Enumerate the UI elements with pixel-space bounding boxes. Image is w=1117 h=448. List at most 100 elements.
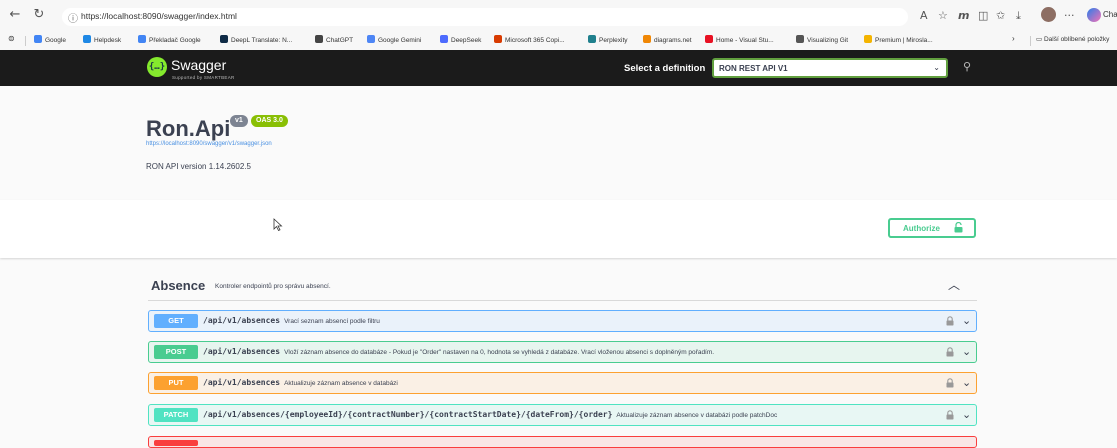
authorize-label: Authorize	[903, 224, 940, 233]
bookmark-helpdesk[interactable]: Helpdesk	[83, 35, 121, 44]
bookmark-gemini[interactable]: Google Gemini	[367, 35, 421, 44]
swagger-logo-subtitle: Supported by SMARTBEAR	[172, 75, 235, 80]
spec-link[interactable]: https://localhost:8090/swagger/v1/swagge…	[146, 141, 272, 147]
bookmark-google[interactable]: Google	[34, 35, 66, 44]
operation-path-text: /api/v1/absences	[203, 316, 281, 325]
definition-select-value: RON REST API V1	[719, 64, 788, 73]
bookmark-separator	[1030, 36, 1031, 46]
bookmark-icon	[864, 35, 872, 43]
bookmark-perplexity[interactable]: Perplexity	[588, 35, 628, 44]
operation-path-text: /api/v1/absences	[203, 347, 281, 356]
lock-icon[interactable]	[946, 347, 954, 357]
bookmark-visualizing-git[interactable]: Visualizing Git	[796, 35, 848, 44]
favorites-icon[interactable]: ✩	[996, 9, 1005, 22]
back-icon[interactable]: ←	[6, 6, 24, 24]
chevron-right-icon[interactable]: ›	[1012, 34, 1015, 43]
oas-badge: OAS 3.0	[251, 115, 288, 127]
download-icon[interactable]: ⤓	[1016, 9, 1021, 23]
definition-select[interactable]: RON REST API V1 ⌄	[712, 58, 948, 78]
operation-summary: Aktualizuje záznam absence v databázi	[284, 380, 398, 387]
operation-summary: Vrací seznam absencí podle filtru	[284, 318, 380, 325]
chevron-down-icon[interactable]: ⌄	[962, 314, 971, 327]
more-icon[interactable]: ···	[1064, 9, 1075, 22]
split-icon[interactable]: ◫	[978, 9, 988, 22]
bookmark-separator	[25, 36, 26, 46]
bookmark-label: ChatGPT	[326, 37, 354, 44]
chevron-up-icon[interactable]: ︿	[948, 276, 960, 293]
bookmark-label: Google Gemini	[378, 37, 422, 44]
bookmark-label: Home - Visual Stu...	[716, 37, 774, 44]
operation-path-text: /api/v1/absences	[203, 378, 281, 387]
bookmark-deepseek[interactable]: DeepSeek	[440, 35, 481, 44]
bookmark-label: Visualizing Git	[807, 37, 849, 44]
swagger-topbar: {…} Swagger Supported by SMARTBEAR Selec…	[0, 50, 1117, 86]
swagger-logo-icon[interactable]: {…}	[147, 57, 167, 77]
operation-post-absences[interactable]: POST /api/v1/absences Vloží záznam absenc…	[148, 341, 977, 363]
swagger-logo-text[interactable]: Swagger	[171, 57, 226, 73]
operation-summary: Vloží záznam absence do databáze - Pokud…	[284, 349, 715, 356]
bookmark-icon	[83, 35, 91, 43]
copilot-icon[interactable]	[1087, 8, 1101, 22]
bookmark-label: Helpdesk	[94, 37, 122, 44]
bookmark-label: Google	[45, 37, 66, 44]
collections-icon[interactable]: ⊜	[8, 34, 15, 43]
bookmarks-bar: ⊜ Google Helpdesk Překladač Google DeepL…	[0, 32, 1117, 51]
operation-path: /api/v1/absences/{employeeId}/{contractN…	[203, 410, 777, 419]
unlock-icon	[954, 222, 963, 233]
method-badge: POST	[154, 345, 198, 359]
authorize-button[interactable]: Authorize	[888, 218, 976, 238]
method-badge	[154, 440, 198, 446]
bookmark-label: diagrams.net	[654, 37, 692, 44]
lock-icon[interactable]	[946, 410, 954, 420]
profile-icon[interactable]	[1041, 7, 1056, 22]
bookmark-deepl[interactable]: DeepL Translate: N...	[220, 35, 292, 44]
bookmark-premium[interactable]: Premium | Mirosla...	[864, 35, 933, 44]
chevron-down-icon[interactable]: ⌄	[962, 376, 971, 389]
bookmark-icon	[138, 35, 146, 43]
bookmark-icon	[494, 35, 502, 43]
other-favorites-label: Další oblíbené položky	[1043, 36, 1110, 43]
bookmark-icon	[705, 35, 713, 43]
lock-icon[interactable]	[946, 378, 954, 388]
other-favorites[interactable]: ▭ Další oblíbené položky	[1036, 35, 1109, 43]
bookmark-label: DeepL Translate: N...	[231, 37, 293, 44]
operation-patch-absences[interactable]: PATCH /api/v1/absences/{employeeId}/{con…	[148, 404, 977, 426]
bookmark-icon	[796, 35, 804, 43]
extension-icon[interactable]: m	[958, 9, 969, 22]
bookmark-diagrams[interactable]: diagrams.net	[643, 35, 692, 44]
lock-icon[interactable]	[946, 316, 954, 326]
bookmark-visual-studio[interactable]: Home - Visual Stu...	[705, 35, 774, 44]
version-badge: v1	[230, 115, 248, 127]
chevron-down-icon[interactable]: ⌄	[962, 408, 971, 421]
chevron-down-icon[interactable]: ⌄	[962, 345, 971, 358]
bookmark-icon	[588, 35, 596, 43]
method-badge: PATCH	[154, 408, 198, 422]
address-bar[interactable]: ⓘ https://localhost:8090/swagger/index.h…	[62, 8, 908, 26]
url-text: https://localhost:8090/swagger/index.htm…	[81, 11, 237, 21]
bookmark-m365[interactable]: Microsoft 365 Copi...	[494, 35, 565, 44]
read-aloud-icon[interactable]: A	[920, 9, 928, 22]
operation-put-absences[interactable]: PUT /api/v1/absences Aktualizuje záznam a…	[148, 372, 977, 394]
tag-description: Kontroler endpointů pro správu absencí.	[215, 283, 331, 290]
tag-absence[interactable]: Absence Kontroler endpointů pro správu a…	[148, 270, 977, 301]
favorite-icon[interactable]: ☆	[938, 9, 948, 22]
api-title: Ron.Api	[146, 116, 231, 141]
operation-path: /api/v1/absences Vloží záznam absence do …	[203, 347, 714, 356]
refresh-icon[interactable]: ↻	[30, 6, 48, 24]
bookmark-chatgpt[interactable]: ChatGPT	[315, 35, 353, 44]
bookmark-prekladac[interactable]: Překladač Google	[138, 35, 201, 44]
bookmark-icon	[34, 35, 42, 43]
bookmark-icon	[315, 35, 323, 43]
tag-name: Absence	[151, 278, 206, 293]
method-badge: PUT	[154, 376, 198, 390]
operation-delete-absences[interactable]	[148, 436, 977, 448]
operation-summary: Aktualizuje záznam absence v databázi po…	[616, 412, 778, 419]
info-icon[interactable]: ⓘ	[68, 10, 78, 25]
operation-path-text: /api/v1/absences/{employeeId}/{contractN…	[203, 410, 613, 419]
bookmark-icon	[440, 35, 448, 43]
chevron-down-icon: ⌄	[933, 63, 940, 72]
operation-get-absences[interactable]: GET /api/v1/absences Vrací seznam absencí…	[148, 310, 977, 332]
pin-icon[interactable]: ⚲	[963, 60, 971, 73]
copilot-label[interactable]: Cha	[1103, 10, 1117, 19]
bookmark-icon	[220, 35, 228, 43]
